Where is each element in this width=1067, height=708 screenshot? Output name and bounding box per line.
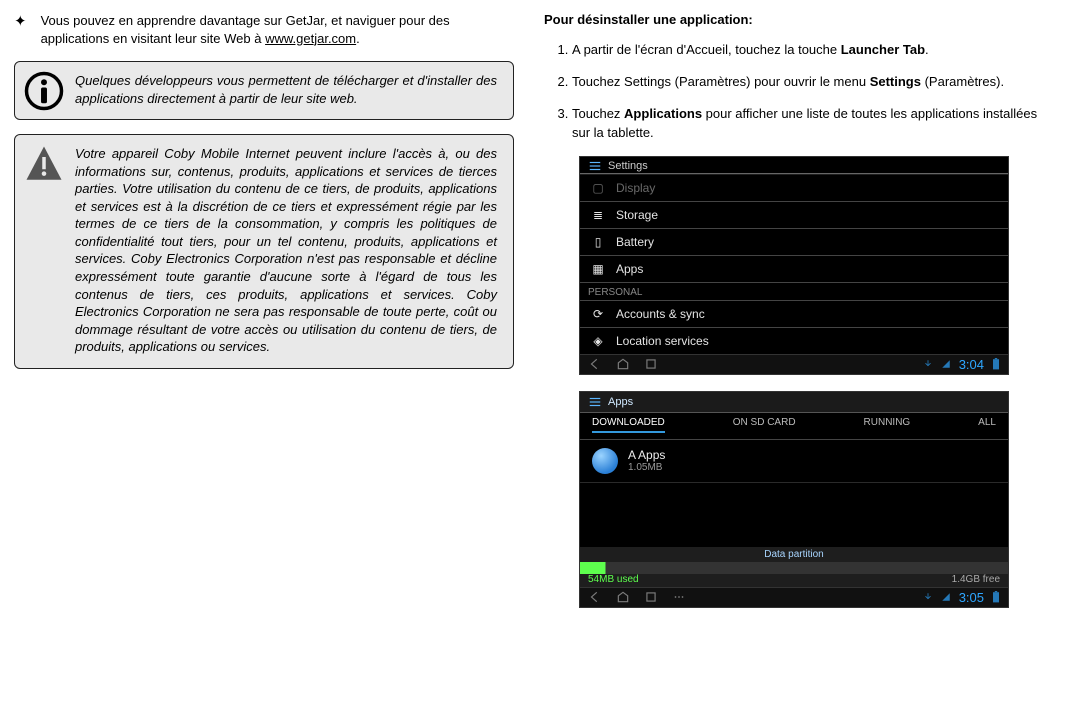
bullet-text-body: Vous pouvez en apprendre davantage sur G… — [41, 13, 450, 46]
data-partition-label: Data partition — [580, 547, 1008, 562]
bullet-glyph: ✦ — [14, 14, 27, 30]
apps-icon: ▦ — [590, 262, 606, 276]
settings-location[interactable]: ◈ Location services — [580, 327, 1008, 354]
sliders-icon — [588, 395, 602, 409]
download-icon — [923, 359, 933, 369]
battery-status-icon — [992, 591, 1000, 603]
accounts-label: Accounts & sync — [616, 307, 705, 321]
getjar-text: Vous pouvez en apprendre davantage sur G… — [41, 12, 514, 47]
step-1-b: Launcher Tab — [841, 42, 925, 57]
signal-icon — [941, 592, 951, 602]
data-partition-stats: 54MB used 1.4GB free — [580, 574, 1008, 587]
step-2: Touchez Settings (Paramètres) pour ouvri… — [572, 73, 1044, 91]
step-1-c: . — [925, 42, 929, 57]
apps-label: Apps — [616, 262, 643, 276]
info-callout: Quelques développeurs vous permettent de… — [14, 61, 514, 120]
data-partition-bar — [580, 562, 1008, 574]
display-icon: ▢ — [590, 181, 606, 195]
tab-all[interactable]: ALL — [978, 417, 996, 433]
step-1: A partir de l'écran d'Accueil, touchez l… — [572, 41, 1044, 59]
menu-icon[interactable] — [672, 590, 686, 604]
clock-2: 3:05 — [959, 590, 984, 605]
sync-icon: ⟳ — [590, 307, 606, 321]
location-label: Location services — [616, 334, 709, 348]
home-icon[interactable] — [616, 357, 630, 371]
clock-1: 3:04 — [959, 357, 984, 372]
step-2-a: Touchez Settings (Paramètres) pour ouvri… — [572, 74, 870, 89]
nav-bar-2: 3:05 — [580, 587, 1008, 607]
settings-title: Settings — [608, 160, 648, 172]
getjar-bullet: ✦ Vous pouvez en apprendre davantage sur… — [14, 12, 514, 47]
settings-personal-header: PERSONAL — [580, 282, 1008, 300]
home-icon[interactable] — [616, 590, 630, 604]
storage-free: 1.4GB free — [952, 574, 1000, 585]
info-text: Quelques développeurs vous permettent de… — [75, 73, 497, 106]
recent-icon[interactable] — [644, 590, 658, 604]
uninstall-heading: Pour désinstaller une application: — [544, 12, 1044, 27]
step-1-a: A partir de l'écran d'Accueil, touchez l… — [572, 42, 841, 57]
apps-list-spacer — [580, 483, 1008, 547]
battery-icon: ▯ — [590, 235, 606, 249]
app-name: A Apps — [628, 448, 665, 462]
settings-battery[interactable]: ▯ Battery — [580, 228, 1008, 255]
settings-header: Settings — [580, 157, 1008, 174]
sliders-icon — [588, 159, 602, 173]
settings-display[interactable]: ▢ Display — [580, 174, 1008, 201]
step-3-b: Applications — [624, 106, 702, 121]
signal-icon — [941, 359, 951, 369]
step-3: Touchez Applications pour afficher une l… — [572, 105, 1044, 141]
warning-text: Votre appareil Coby Mobile Internet peuv… — [75, 146, 497, 354]
display-label: Display — [616, 181, 655, 195]
apps-title: Apps — [608, 396, 633, 408]
apps-screenshot: Apps DOWNLOADED ON SD CARD RUNNING ALL A… — [579, 391, 1009, 608]
apps-tabs: DOWNLOADED ON SD CARD RUNNING ALL — [580, 413, 1008, 440]
storage-label: Storage — [616, 208, 658, 222]
battery-label: Battery — [616, 235, 654, 249]
app-size: 1.05MB — [628, 462, 665, 473]
apps-header: Apps — [580, 392, 1008, 413]
tab-running[interactable]: RUNNING — [864, 417, 911, 433]
app-icon — [592, 448, 618, 474]
battery-status-icon — [992, 358, 1000, 370]
list-item[interactable]: A Apps 1.05MB — [580, 440, 1008, 483]
bullet-tail: . — [356, 31, 360, 46]
settings-accounts[interactable]: ⟳ Accounts & sync — [580, 300, 1008, 327]
getjar-link[interactable]: www.getjar.com — [265, 31, 356, 46]
download-icon — [923, 592, 933, 602]
warning-icon — [23, 143, 65, 185]
back-icon[interactable] — [588, 590, 602, 604]
step-3-a: Touchez — [572, 106, 624, 121]
nav-bar-1: 3:04 — [580, 354, 1008, 374]
settings-apps[interactable]: ▦ Apps — [580, 255, 1008, 282]
recent-icon[interactable] — [644, 357, 658, 371]
storage-used: 54MB used — [588, 574, 639, 585]
warning-callout: Votre appareil Coby Mobile Internet peuv… — [14, 134, 514, 369]
settings-storage[interactable]: ≣ Storage — [580, 201, 1008, 228]
settings-screenshot: Settings ▢ Display ≣ Storage ▯ Battery ▦ App… — [579, 156, 1009, 375]
step-2-c: (Paramètres). — [921, 74, 1004, 89]
step-2-b: Settings — [870, 74, 921, 89]
back-icon[interactable] — [588, 357, 602, 371]
tab-sdcard[interactable]: ON SD CARD — [733, 417, 796, 433]
tab-downloaded[interactable]: DOWNLOADED — [592, 417, 665, 433]
storage-icon: ≣ — [590, 208, 606, 222]
info-icon — [23, 70, 65, 112]
location-icon: ◈ — [590, 334, 606, 348]
